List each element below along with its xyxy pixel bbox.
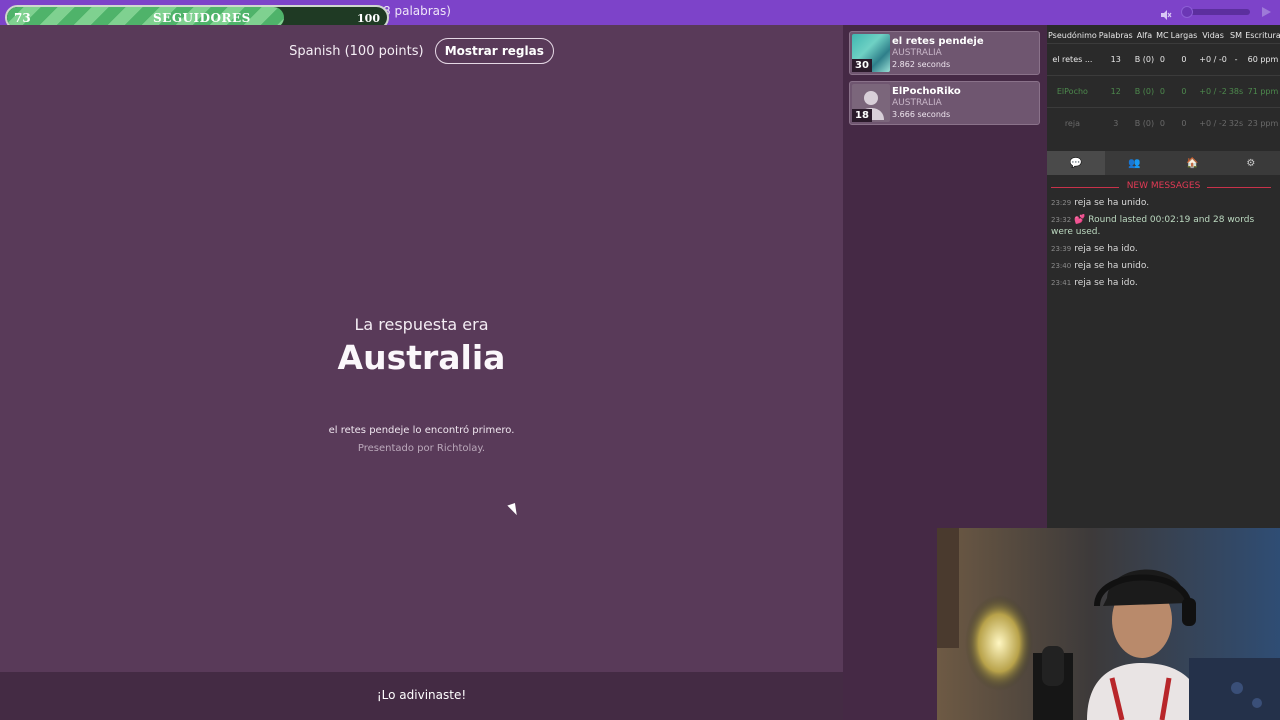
stats-header[interactable]: Escritura — [1244, 29, 1280, 43]
chat-message: 23:40 reja se ha unido. — [1051, 260, 1277, 272]
message-text: reja se ha ido. — [1074, 244, 1138, 254]
stats-cell: reja — [1047, 106, 1098, 139]
stats-cell: 13 — [1097, 42, 1134, 75]
stats-header[interactable]: Palabras — [1098, 29, 1134, 43]
stats-cell: 0 — [1169, 74, 1199, 107]
presented-by-text: Presentado por Richtolay. — [357, 443, 486, 454]
people-icon: 👥 — [1128, 157, 1141, 169]
play-icon[interactable] — [1262, 7, 1271, 17]
stats-cell: 23 ppm — [1244, 106, 1280, 139]
panel-tabs: 💬 👥 🏠 ⚙ — [1047, 151, 1280, 175]
tab-chat[interactable]: 💬 — [1047, 151, 1106, 175]
stats-cell: B (0) — [1133, 42, 1156, 75]
stats-cell: 3 — [1097, 106, 1134, 139]
stats-cell: B (0) — [1133, 106, 1156, 139]
volume-slider-knob[interactable] — [1181, 6, 1193, 18]
stats-cell: 12 — [1097, 74, 1134, 107]
stats-cell: 60 ppm — [1244, 42, 1280, 75]
side-panel: Pseudónimo Palabras Alfa MC Largas Vidas… — [1047, 25, 1280, 528]
volume-slider[interactable] — [1181, 6, 1250, 18]
stats-cell: B (0) — [1133, 74, 1156, 107]
message-text: reja se ha unido. — [1074, 261, 1150, 271]
webcam-overlay — [937, 528, 1280, 720]
stats-cell: 32s — [1227, 106, 1245, 139]
table-row: el retes ... 13 B (0) 0 0 +0 / -0 - 60 p… — [1047, 42, 1280, 75]
stats-cell: +0 / -2 — [1198, 106, 1228, 139]
answer-label: La respuesta era — [354, 315, 489, 334]
stats-cell: el retes ... — [1047, 42, 1098, 75]
app-root: 00:02:18 (28 palabras) 73 SEGUIDORES 100… — [0, 0, 1280, 720]
table-row: ElPocho 12 B (0) 0 0 +0 / -2 38s 71 ppm — [1047, 74, 1280, 107]
game-header: Spanish (100 points) Mostrar reglas — [0, 38, 843, 64]
chat-icon: 💬 — [1069, 157, 1083, 169]
answer-word: Australia — [337, 338, 506, 377]
followers-target: 100 — [357, 12, 380, 25]
divider-line — [1207, 187, 1271, 188]
webcam-image — [937, 528, 1280, 720]
stats-cell: 0 — [1169, 42, 1199, 75]
tab-room[interactable]: 🏠 — [1164, 151, 1222, 175]
followers-current: 73 — [14, 11, 31, 25]
message-text: reja se ha ido. — [1074, 278, 1138, 288]
player-card[interactable]: 30 el retes pendeje AUSTRALIA 2.862 seco… — [849, 31, 1040, 75]
tab-players[interactable]: 👥 — [1105, 151, 1163, 175]
message-time: 23:41 — [1051, 279, 1072, 287]
player-score: 18 — [852, 109, 872, 122]
stats-cell: 71 ppm — [1244, 74, 1280, 107]
found-first-text: el retes pendeje lo encontró primero. — [328, 425, 515, 436]
player-country: AUSTRALIA — [892, 98, 942, 108]
player-name: ElPochoRiko — [892, 86, 961, 97]
message-time: 23:32 — [1051, 216, 1072, 224]
chat-message: 23:29 reja se ha unido. — [1051, 197, 1277, 209]
stats-header-row: Pseudónimo Palabras Alfa MC Largas Vidas… — [1047, 29, 1280, 43]
stats-table: Pseudónimo Palabras Alfa MC Largas Vidas… — [1047, 29, 1280, 139]
new-messages-label: NEW MESSAGES — [1126, 181, 1201, 191]
mute-icon[interactable] — [1160, 6, 1172, 20]
stats-header[interactable]: Vidas — [1198, 29, 1228, 43]
chat-messages: 23:29 reja se ha unido. 23:32 💕 Round last… — [1051, 197, 1277, 294]
game-area: Spanish (100 points) Mostrar reglas La r… — [0, 25, 843, 672]
stats-cell: 0 — [1155, 42, 1170, 75]
player-time: 3.666 seconds — [892, 110, 951, 119]
stats-header[interactable]: SM — [1228, 29, 1244, 43]
stats-header[interactable]: Largas — [1170, 29, 1199, 43]
stats-cell: 38s — [1227, 74, 1245, 107]
stats-cell: ElPocho — [1047, 74, 1098, 107]
followers-goal-title: SEGUIDORES — [153, 11, 251, 25]
player-country: AUSTRALIA — [892, 48, 942, 58]
stats-header[interactable]: Pseudónimo — [1047, 29, 1098, 43]
guess-result-text: ¡Lo adivinaste! — [376, 688, 467, 702]
player-score: 30 — [852, 59, 872, 72]
stats-cell: 0 — [1155, 106, 1170, 139]
stats-header[interactable]: Alfa — [1134, 29, 1155, 43]
message-text: 💕 Round lasted 00:02:19 and 28 words wer… — [1051, 215, 1255, 237]
house-icon: 🏠 — [1186, 157, 1199, 169]
stats-cell: - — [1227, 42, 1245, 75]
stats-cell: 0 — [1155, 74, 1170, 107]
stats-cell: 0 — [1169, 106, 1199, 139]
stats-cell: +0 / -2 — [1198, 74, 1228, 107]
guess-result-bar: ¡Lo adivinaste! — [0, 672, 843, 720]
player-time: 2.862 seconds — [892, 60, 951, 69]
gear-icon: ⚙ — [1246, 157, 1256, 169]
new-messages-divider: NEW MESSAGES — [1047, 181, 1280, 193]
chat-message: 23:32 💕 Round lasted 00:02:19 and 28 word… — [1051, 214, 1277, 238]
message-text: reja se ha unido. — [1074, 198, 1150, 208]
tab-settings[interactable]: ⚙ — [1222, 151, 1280, 175]
message-time: 23:29 — [1051, 199, 1072, 207]
show-rules-button[interactable]: Mostrar reglas — [434, 38, 554, 64]
chat-message: 23:41 reja se ha ido. — [1051, 277, 1277, 289]
message-time: 23:39 — [1051, 245, 1072, 253]
language-label: Spanish (100 points) — [289, 43, 424, 59]
player-name: el retes pendeje — [892, 36, 984, 47]
stats-header[interactable]: MC — [1155, 29, 1170, 43]
table-row: reja 3 B (0) 0 0 +0 / -2 32s 23 ppm — [1047, 106, 1280, 139]
mouse-cursor-icon — [507, 503, 519, 517]
chat-message: 23:39 reja se ha ido. — [1051, 243, 1277, 255]
message-time: 23:40 — [1051, 262, 1072, 270]
stats-cell: +0 / -0 — [1198, 42, 1228, 75]
player-card[interactable]: 18 ElPochoRiko AUSTRALIA 3.666 seconds — [849, 81, 1040, 125]
